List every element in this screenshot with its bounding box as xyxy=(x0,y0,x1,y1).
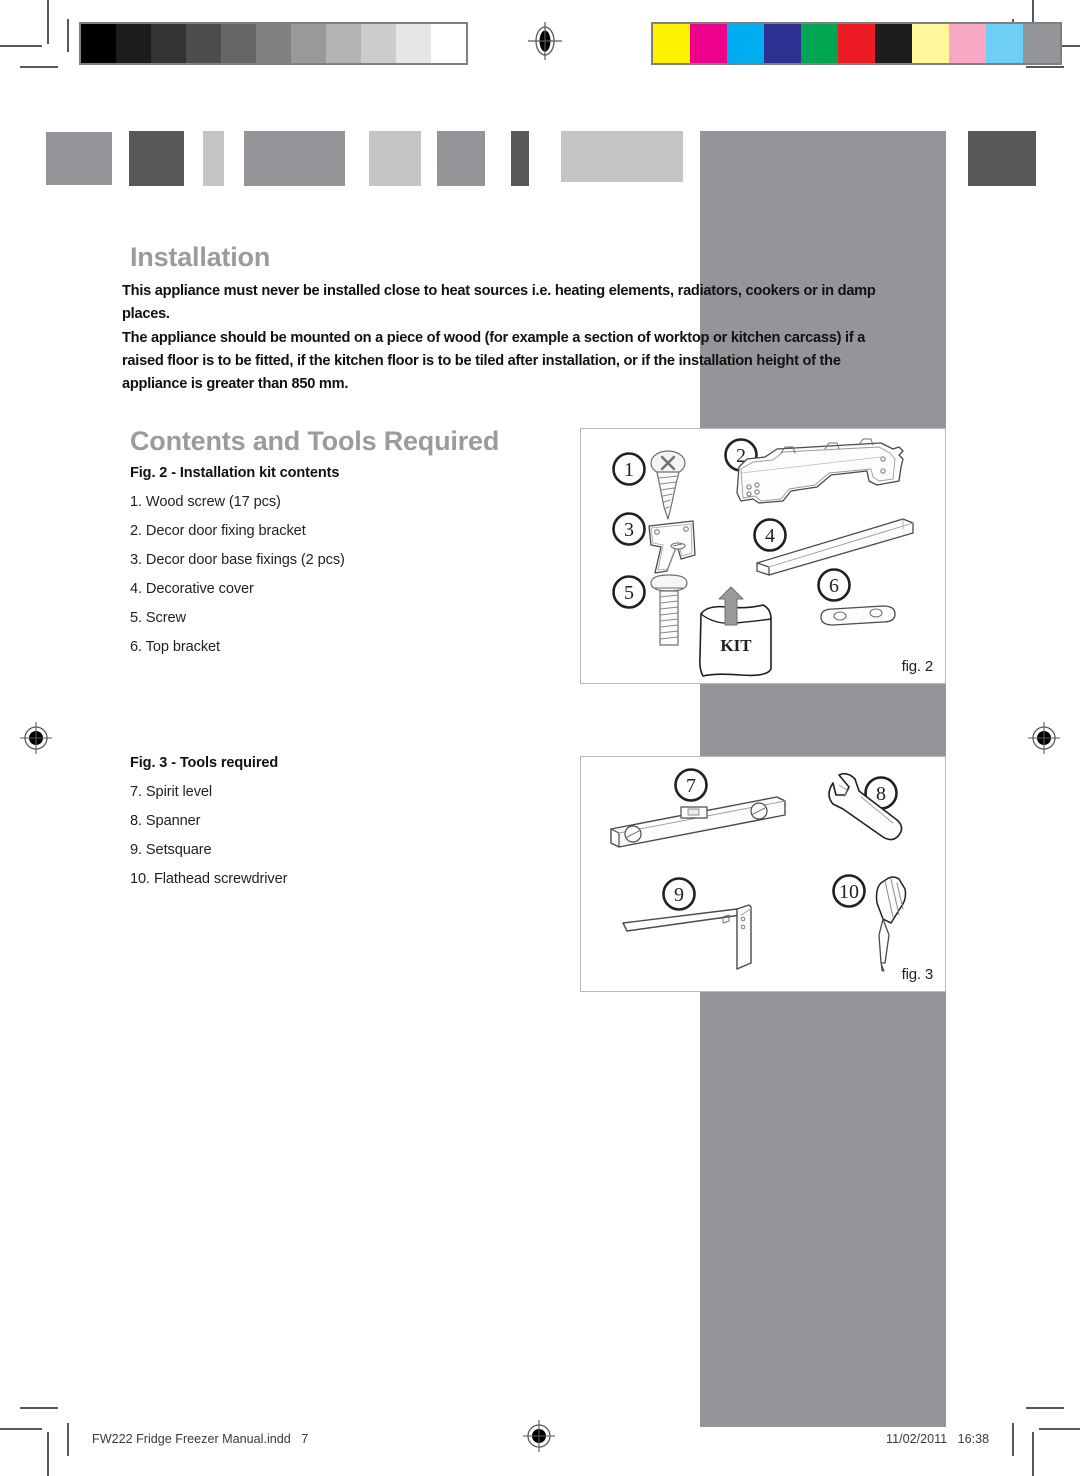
fig2-list-item-2: 2. Decor door fixing bracket xyxy=(130,523,306,539)
svg-text:7: 7 xyxy=(686,775,696,797)
fig3-list-item-10: 10. Flathead screwdriver xyxy=(130,871,288,887)
fig3-list-item-7: 7. Spirit level xyxy=(130,784,213,800)
footer-timestamp: 11/02/2011 16:38 xyxy=(886,1432,990,1446)
page-content: Installation This appliance must never b… xyxy=(0,0,1080,1476)
fig3-illustration: 7 8 9 10 fig. 3 xyxy=(580,756,946,992)
fig2-label: fig. 2 xyxy=(901,658,934,675)
svg-text:4: 4 xyxy=(765,525,775,547)
svg-text:8: 8 xyxy=(876,783,886,805)
contents-title: Contents and Tools Required xyxy=(130,426,500,456)
svg-text:3: 3 xyxy=(624,519,634,541)
fig3-drawing: 7 8 9 10 xyxy=(610,768,907,972)
fig2-list-item-6: 6. Top bracket xyxy=(130,639,221,655)
fig2-caption: Fig. 2 - Installation kit contents xyxy=(130,465,340,481)
fig2-list-item-5: 5. Screw xyxy=(130,610,186,626)
fig2-list-item-3: 3. Decor door base fixings (2 pcs) xyxy=(130,552,345,568)
svg-text:10: 10 xyxy=(839,881,859,903)
fig2-list-item-4: 4. Decorative cover xyxy=(130,581,254,597)
svg-text:9: 9 xyxy=(674,884,684,906)
svg-text:6: 6 xyxy=(829,575,839,597)
fig2-illustration: 1 2 3 4 5 6 KIT fig. 2 xyxy=(580,428,946,684)
fig3-caption: Fig. 3 - Tools required xyxy=(130,755,279,771)
kit-bag-label: KIT xyxy=(720,636,752,655)
fig2-list-item-1: 1. Wood screw (17 pcs) xyxy=(130,494,281,510)
svg-text:1: 1 xyxy=(624,459,634,481)
footer-filename: FW222 Fridge Freezer Manual.indd 7 xyxy=(92,1432,309,1446)
fig2-drawing: 1 2 3 4 5 6 KIT xyxy=(612,438,914,677)
fig3-list-item-8: 8. Spanner xyxy=(130,813,201,829)
warning-paragraph-mounting: The appliance should be mounted on a pie… xyxy=(122,330,866,392)
fig3-list-item-9: 9. Setsquare xyxy=(130,842,212,858)
svg-text:5: 5 xyxy=(624,582,634,604)
fig3-label: fig. 3 xyxy=(901,966,934,983)
warning-paragraph-heat-sources: This appliance must never be installed c… xyxy=(122,283,876,322)
page-title: Installation xyxy=(130,242,271,272)
